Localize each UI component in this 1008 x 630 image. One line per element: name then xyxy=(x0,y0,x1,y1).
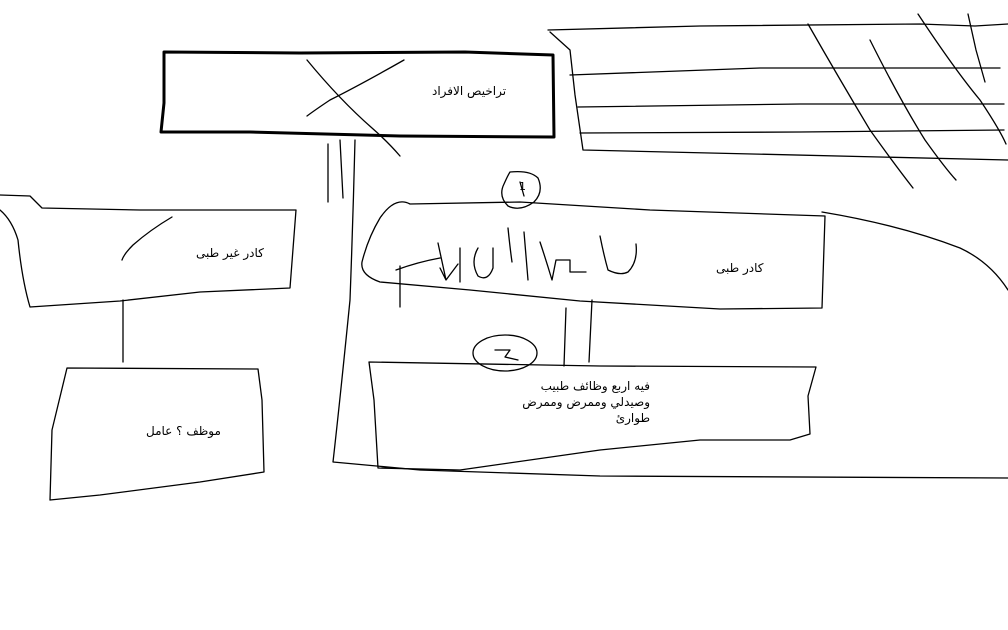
node-medical-staff: كادر طبى xyxy=(716,261,764,275)
grid-diag-3 xyxy=(917,13,1007,145)
grid-row-3 xyxy=(579,129,1005,134)
curve-right-side xyxy=(821,211,1008,291)
marker-two-outline xyxy=(472,334,538,372)
crossout-licenses xyxy=(306,59,401,157)
scribble-non-medical xyxy=(121,216,173,261)
grid-diag-4 xyxy=(967,13,986,83)
marker-one-label: 1 xyxy=(519,180,526,193)
medical-roles-line-1: فيه اربع وظائف طبيب xyxy=(540,379,650,393)
frame-medical-region xyxy=(332,139,1008,479)
node-individuals-licenses: تراخيص الافراد xyxy=(432,84,507,98)
connector-medical-to-roles-2 xyxy=(588,299,593,363)
connector-medical-to-roles-1 xyxy=(563,307,567,367)
node-medical-roles: فيه اربع وظائف طبيب وصيدلي وممرض وممرض ط… xyxy=(520,378,650,427)
node-non-medical-staff: كادر غير طبى xyxy=(196,246,264,260)
node-employee-worker: موظف ؟ عامل xyxy=(146,424,221,438)
grid-row-1 xyxy=(569,67,1001,76)
connector-licenses-right xyxy=(339,139,344,199)
medical-roles-line-2: وصيدلي وممرض وممرض xyxy=(522,395,650,410)
crossout-licenses-2 xyxy=(306,59,405,117)
sketch-canvas: تراخيص الافراد كادر طبى كادر غير طبى موظ… xyxy=(0,0,1008,630)
box-medical-staff xyxy=(361,201,826,310)
marker-two-label: 2 xyxy=(498,345,505,360)
grid-diag-1 xyxy=(807,23,914,189)
grid-row-2 xyxy=(577,103,1005,108)
medical-roles-line-3: طوارئ xyxy=(615,411,650,426)
